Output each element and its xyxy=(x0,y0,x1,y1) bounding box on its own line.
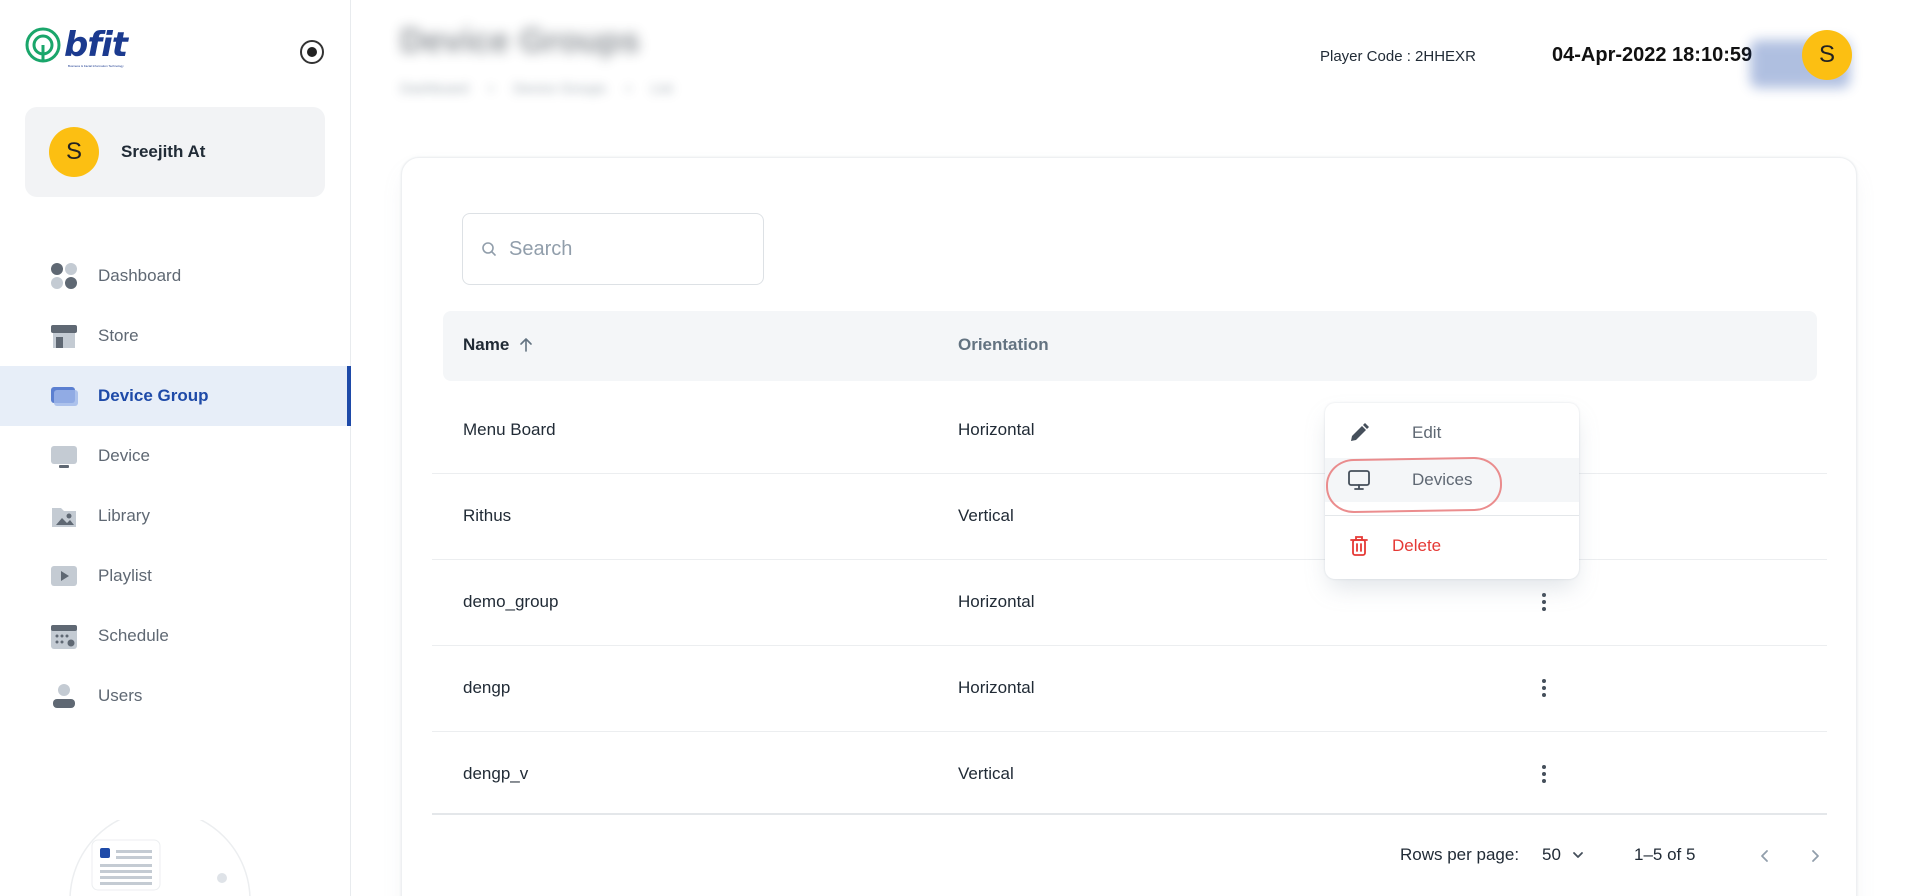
logo-icon xyxy=(25,27,61,63)
device-groups-card: Name Orientation Menu Board Horizontal R… xyxy=(401,157,1857,896)
sidebar-item-label: Device Group xyxy=(98,386,209,405)
page-title: Device Groups xyxy=(400,22,640,60)
breadcrumb: Dashboard • Device Groups • List xyxy=(400,80,673,96)
cell-orientation: Vertical xyxy=(958,764,1014,783)
current-datetime: 04-Apr-2022 18:10:59 xyxy=(1552,44,1753,66)
dashboard-icon xyxy=(50,262,78,290)
table-divider xyxy=(432,813,1827,815)
chevron-down-icon xyxy=(1573,852,1583,858)
menu-item-delete[interactable]: Delete xyxy=(1325,524,1579,568)
device-icon xyxy=(50,442,78,470)
cell-name: Menu Board xyxy=(463,420,556,439)
sidebar-item-dashboard[interactable]: Dashboard xyxy=(0,246,351,306)
device-group-icon xyxy=(50,382,78,410)
trash-icon xyxy=(1350,536,1368,556)
breadcrumb-item[interactable]: Device Groups xyxy=(513,80,606,96)
breadcrumb-separator: • xyxy=(488,80,494,96)
sidebar-item-playlist[interactable]: Playlist xyxy=(0,546,351,606)
menu-item-edit[interactable]: Edit xyxy=(1325,411,1579,455)
rows-per-page-label: Rows per page: xyxy=(1400,845,1520,864)
sidebar-item-store[interactable]: Store xyxy=(0,306,351,366)
breadcrumb-item[interactable]: Dashboard xyxy=(400,80,469,96)
cell-name: demo_group xyxy=(463,592,559,611)
playlist-icon xyxy=(50,562,78,590)
pagination: Rows per page: 50 1–5 of 5 xyxy=(402,843,1858,873)
app-root: bfit Business & Facial Information Techn… xyxy=(0,0,1908,896)
pencil-icon xyxy=(1351,423,1369,441)
user-name: Sreejith At xyxy=(121,142,206,161)
cell-orientation: Horizontal xyxy=(958,678,1035,697)
row-actions-menu-icon[interactable] xyxy=(1532,676,1556,700)
cell-orientation: Horizontal xyxy=(958,420,1035,439)
chevron-right-icon xyxy=(1812,850,1819,862)
sidebar-item-label: Store xyxy=(98,326,139,345)
row-actions-popover: Edit Devices Delete xyxy=(1325,403,1579,579)
sidebar-item-library[interactable]: Library xyxy=(0,486,351,546)
chevron-left-icon xyxy=(1761,850,1768,862)
sidebar: bfit Business & Facial Information Techn… xyxy=(0,0,351,896)
brand-logo[interactable]: bfit Business & Facial Information Techn… xyxy=(24,25,128,68)
previous-page-button[interactable] xyxy=(1752,843,1778,869)
sidebar-promo-illustration xyxy=(60,809,260,896)
users-icon xyxy=(50,682,78,710)
sidebar-collapse-button[interactable] xyxy=(300,40,324,64)
table-row[interactable]: dengp_v Vertical xyxy=(432,732,1827,818)
cell-name: dengp xyxy=(463,678,511,697)
logo-text: bfit xyxy=(64,25,128,65)
menu-item-label: Edit xyxy=(1412,423,1442,442)
logo-tagline: Business & Facial Information Technology xyxy=(68,64,124,68)
column-header-orientation[interactable]: Orientation xyxy=(958,335,1049,355)
table-row[interactable]: Rithus Vertical xyxy=(432,474,1827,560)
player-code: Player Code : 2HHEXR xyxy=(1320,48,1476,65)
search-input[interactable] xyxy=(509,237,729,261)
table-header: Name Orientation xyxy=(443,311,1817,381)
cell-orientation: Horizontal xyxy=(958,592,1035,611)
avatar: S xyxy=(49,127,99,177)
user-card[interactable]: S Sreejith At xyxy=(25,107,325,197)
rows-per-page-select[interactable]: 50 xyxy=(1542,845,1585,865)
breadcrumb-item: List xyxy=(650,80,673,96)
table-row[interactable]: Menu Board Horizontal xyxy=(432,388,1827,474)
store-icon xyxy=(50,322,78,350)
sidebar-item-users[interactable]: Users xyxy=(0,666,351,726)
search-field[interactable] xyxy=(462,213,764,285)
column-header-name[interactable]: Name xyxy=(463,335,535,355)
pagination-range: 1–5 of 5 xyxy=(1634,845,1696,864)
sidebar-item-schedule[interactable]: Schedule xyxy=(0,606,351,666)
column-header-label: Orientation xyxy=(958,335,1049,354)
sidebar-item-label: Device xyxy=(98,446,150,465)
sort-ascending-icon xyxy=(520,338,533,352)
menu-item-label: Devices xyxy=(1412,470,1473,489)
sidebar-item-label: Users xyxy=(98,686,143,705)
table-row[interactable]: demo_group Horizontal xyxy=(432,560,1827,646)
rows-per-page-value: 50 xyxy=(1542,845,1561,864)
cell-name: dengp_v xyxy=(463,764,529,783)
sidebar-item-label: Schedule xyxy=(98,626,169,645)
menu-divider xyxy=(1325,515,1579,516)
next-page-button[interactable] xyxy=(1802,843,1828,869)
search-icon xyxy=(482,242,496,256)
table-row[interactable]: dengp Horizontal xyxy=(432,646,1827,732)
sidebar-nav: Dashboard Store Device Group Device Libr… xyxy=(0,246,351,726)
library-icon xyxy=(50,502,78,530)
row-actions-menu-icon[interactable] xyxy=(1532,590,1556,614)
cell-orientation: Vertical xyxy=(958,506,1014,525)
menu-item-devices[interactable]: Devices xyxy=(1325,458,1579,502)
menu-item-label: Delete xyxy=(1392,536,1442,555)
account-avatar[interactable]: S xyxy=(1802,30,1852,80)
monitor-icon xyxy=(1348,470,1370,490)
sidebar-item-device-group[interactable]: Device Group xyxy=(0,366,351,426)
cell-name: Rithus xyxy=(463,506,512,525)
sidebar-item-label: Playlist xyxy=(98,566,152,585)
radio-dot-icon xyxy=(307,47,317,57)
breadcrumb-separator: • xyxy=(626,80,631,96)
row-actions-menu-icon[interactable] xyxy=(1532,762,1556,786)
sidebar-item-label: Library xyxy=(98,506,150,525)
schedule-icon xyxy=(50,622,78,650)
sidebar-item-device[interactable]: Device xyxy=(0,426,351,486)
column-header-label: Name xyxy=(463,335,510,354)
sidebar-item-label: Dashboard xyxy=(98,266,182,285)
